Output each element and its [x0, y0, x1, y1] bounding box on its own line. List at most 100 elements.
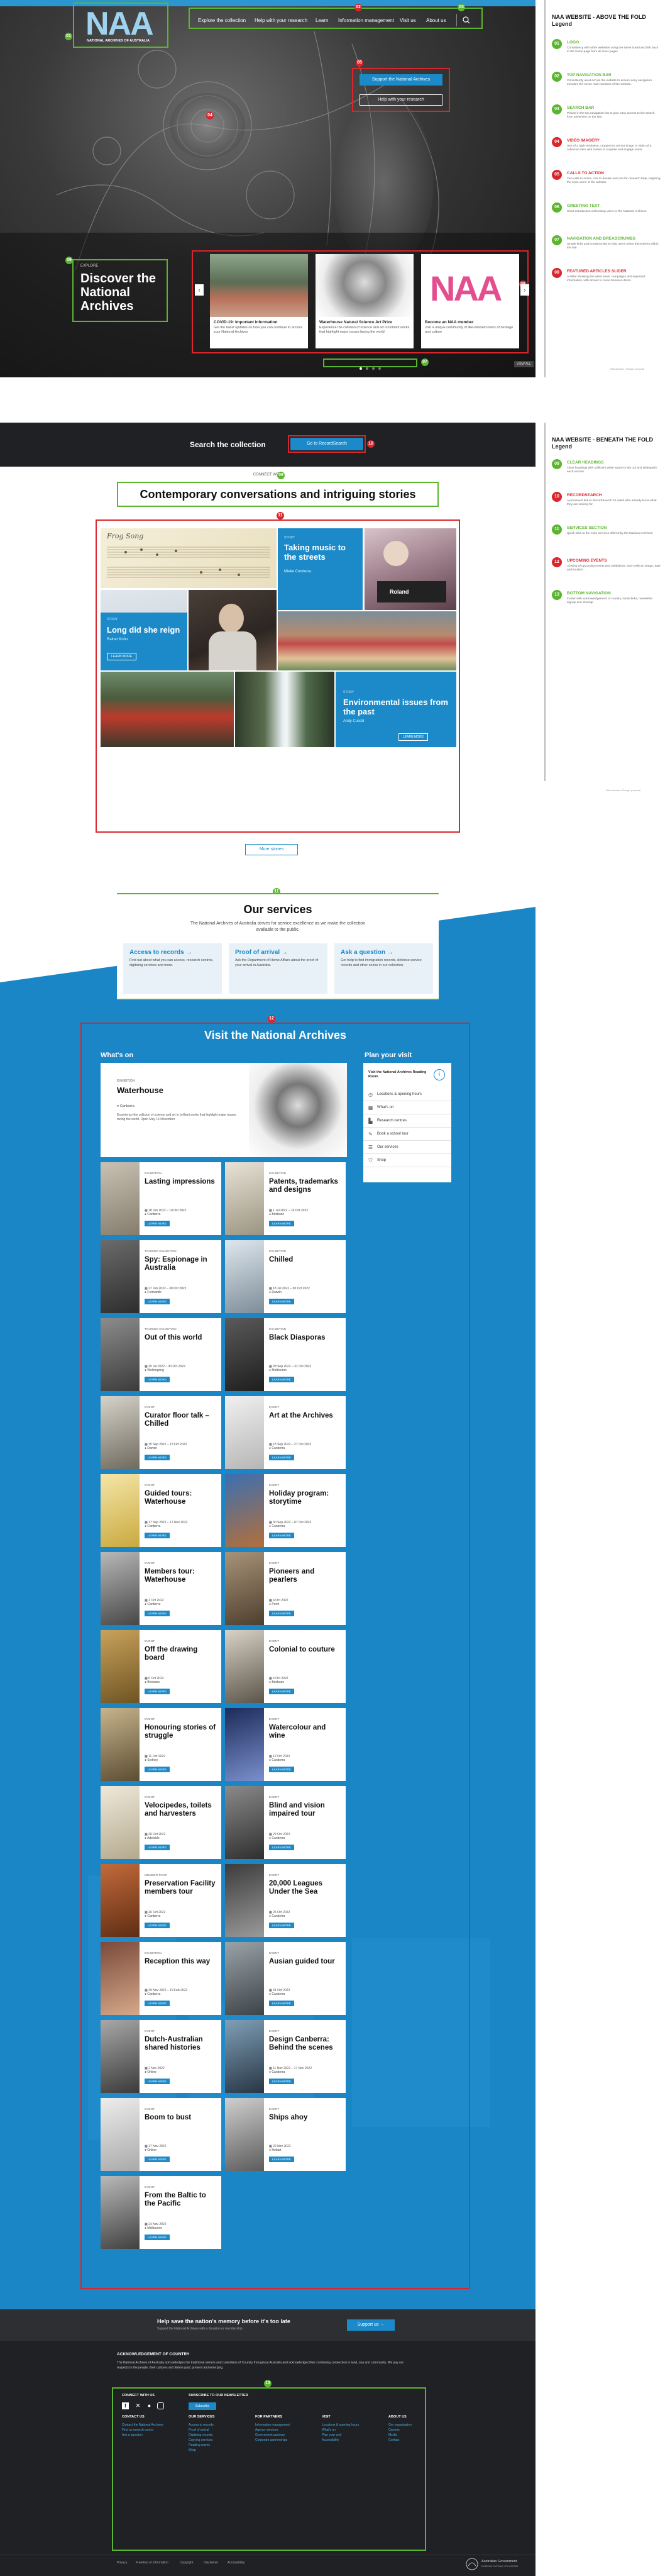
- footer-link-privacy[interactable]: Privacy: [117, 2561, 127, 2565]
- event-learn-more[interactable]: LEARN MORE: [145, 1221, 170, 1226]
- event-learn-more[interactable]: LEARN MORE: [269, 1611, 294, 1616]
- footer-link[interactable]: Shop: [189, 2448, 258, 2453]
- footer-link[interactable]: Careers: [388, 2428, 458, 2433]
- event-learn-more[interactable]: LEARN MORE: [145, 2001, 170, 2006]
- event-card[interactable]: EVENT Pioneers and pearlers ▦ 4 Oct 2022 ● …: [225, 1552, 346, 1625]
- event-learn-more[interactable]: LEARN MORE: [269, 1923, 294, 1928]
- slider-view-all-button[interactable]: VIEW ALL: [514, 361, 534, 367]
- event-card[interactable]: TOURING EXHIBITION Spy: Espionage in Aust…: [101, 1240, 221, 1313]
- plan-link-whats-on[interactable]: ▦ What's on: [363, 1101, 451, 1114]
- story-image-waterfall[interactable]: [235, 672, 334, 747]
- story-image-crowd[interactable]: [278, 611, 456, 670]
- footer-link[interactable]: Proof of arrival: [189, 2428, 258, 2433]
- plan-link-school-tour[interactable]: ✎ Book a school tour: [363, 1128, 451, 1141]
- event-card[interactable]: EVENT Honouring stories of struggle ▦ 11 O…: [101, 1708, 221, 1781]
- event-card[interactable]: EVENT 20,000 Leagues Under the Sea ▦ 26 Oc…: [225, 1864, 346, 1937]
- event-card[interactable]: EVENT From the Baltic to the Pacific ▦ 24 …: [101, 2176, 221, 2249]
- footer-link[interactable]: Media: [388, 2433, 458, 2438]
- footer-link-accessibility[interactable]: Accessibility: [228, 2561, 244, 2565]
- event-card[interactable]: EVENT Blind and vision impaired tour ▦ 22 …: [225, 1786, 346, 1859]
- footer-link[interactable]: Contact the National Archives: [122, 2423, 191, 2428]
- event-card[interactable]: EXHIBITION Reception this way ▦ 29 Nov 202…: [101, 1942, 221, 2015]
- research-help-button[interactable]: Help with your research: [360, 94, 442, 106]
- footer-link[interactable]: Reading rooms: [189, 2443, 258, 2448]
- nav-item-explore[interactable]: Explore the collection: [198, 18, 246, 23]
- footer-link[interactable]: Plan your visit: [322, 2433, 391, 2438]
- event-card[interactable]: EVENT Ausian guided tour ▦ 31 Oct 2022 ● Ca…: [225, 1942, 346, 2015]
- footer-link[interactable]: Find a research centre: [122, 2428, 191, 2433]
- story-image-queen[interactable]: [189, 590, 277, 670]
- event-learn-more[interactable]: LEARN MORE: [145, 1455, 170, 1460]
- event-card[interactable]: EVENT Members tour: Waterhouse ▦ 1 Oct 202…: [101, 1552, 221, 1625]
- event-learn-more[interactable]: LEARN MORE: [145, 1923, 170, 1928]
- slider-prev-button[interactable]: ‹: [195, 284, 204, 296]
- footer-link[interactable]: Contact: [388, 2438, 458, 2443]
- event-card[interactable]: EVENT Boom to bust ▦ 17 Nov 2022 ● Online LE…: [101, 2098, 221, 2171]
- event-card[interactable]: EVENT Curator floor talk – Chilled ▦ 15 Se…: [101, 1396, 221, 1469]
- event-card[interactable]: EXHIBITION Lasting impressions ▦ 18 Jun 20…: [101, 1162, 221, 1235]
- naa-logo[interactable]: NAA NATIONAL ARCHIVES OF AUSTRALIA: [75, 4, 165, 48]
- event-learn-more[interactable]: LEARN MORE: [145, 1533, 170, 1538]
- nav-item-about[interactable]: About us: [426, 18, 446, 23]
- story-tile-environmental[interactable]: STORY Environmental issues from the past…: [336, 672, 456, 747]
- subscribe-button[interactable]: Subscribe: [189, 2402, 216, 2410]
- event-card[interactable]: EVENT Colonial to couture ▦ 6 Oct 2022 ● Br…: [225, 1630, 346, 1703]
- support-us-button[interactable]: Support us →: [347, 2319, 395, 2331]
- event-learn-more[interactable]: LEARN MORE: [145, 2235, 170, 2240]
- nav-item-visit[interactable]: Visit us: [400, 18, 416, 23]
- event-card[interactable]: EVENT Design Canberra: Behind the scenes ▦…: [225, 2020, 346, 2093]
- footer-link[interactable]: Access to records: [189, 2423, 258, 2428]
- event-learn-more[interactable]: LEARN MORE: [269, 2079, 294, 2084]
- event-learn-more[interactable]: LEARN MORE: [145, 1611, 170, 1616]
- more-stories-button[interactable]: More stories: [245, 844, 298, 855]
- recordsearch-button[interactable]: Go to RecordSearch: [290, 438, 363, 450]
- event-card[interactable]: TOURING EXHIBITION Out of this world ▦ 25 …: [101, 1318, 221, 1391]
- event-card[interactable]: MEMBER TOUR Preservation Facility members…: [101, 1864, 221, 1937]
- event-learn-more[interactable]: LEARN MORE: [269, 1845, 294, 1850]
- service-card-access[interactable]: Access to records → Find out about what …: [123, 943, 222, 994]
- event-learn-more[interactable]: LEARN MORE: [269, 1689, 294, 1694]
- story-tile-long-reign[interactable]: STORY Long did she reign Rainer Kohu LEA…: [101, 613, 187, 670]
- facebook-icon[interactable]: f: [122, 2402, 129, 2409]
- footer-link[interactable]: Accessibility: [322, 2438, 391, 2443]
- footer-link[interactable]: Agency services: [255, 2428, 324, 2433]
- hero-card-covid[interactable]: COVID-19: important information Get the …: [210, 254, 308, 348]
- plan-link-services[interactable]: ☰ Our services: [363, 1141, 451, 1154]
- plan-link-research-centres[interactable]: ▙ Research centres: [363, 1114, 451, 1128]
- footer-link[interactable]: Digitising records: [189, 2433, 258, 2438]
- event-learn-more[interactable]: LEARN MORE: [145, 2157, 170, 2162]
- event-card[interactable]: EVENT Art at the Archives ▦ 15 Sep 2022 – …: [225, 1396, 346, 1469]
- nav-item-learn[interactable]: Learn: [316, 18, 328, 23]
- footer-link[interactable]: Our organisation: [388, 2423, 458, 2428]
- twitter-icon[interactable]: ✕: [135, 2402, 141, 2409]
- event-card[interactable]: EXHIBITION Patents, trademarks and design…: [225, 1162, 346, 1235]
- event-learn-more[interactable]: LEARN MORE: [269, 1533, 294, 1538]
- footer-link[interactable]: Government partners: [255, 2433, 324, 2438]
- slider-next-button[interactable]: ›: [520, 284, 529, 296]
- story-tile-music-streets[interactable]: STORY Taking music to the streets Mieke …: [278, 528, 363, 610]
- event-learn-more[interactable]: LEARN MORE: [145, 1767, 170, 1772]
- event-learn-more[interactable]: LEARN MORE: [145, 1377, 170, 1382]
- event-card[interactable]: EVENT Watercolour and wine ▦ 12 Oct 2022 ● …: [225, 1708, 346, 1781]
- story-image-pianist[interactable]: Roland: [365, 528, 456, 610]
- support-button[interactable]: Support the National Archives: [360, 74, 442, 86]
- event-card[interactable]: EXHIBITION Black Diasporas ▦ 28 Sep 2022 –…: [225, 1318, 346, 1391]
- event-learn-more[interactable]: LEARN MORE: [145, 1689, 170, 1694]
- event-learn-more[interactable]: LEARN MORE: [269, 2157, 294, 2162]
- service-card-proof[interactable]: Proof of arrival → Ask the Department of…: [229, 943, 327, 994]
- hero-card-waterhouse[interactable]: Waterhouse Natural Science Art Prize Exp…: [316, 254, 414, 348]
- search-button[interactable]: [456, 14, 475, 26]
- footer-link-foi[interactable]: Freedom of information: [136, 2561, 168, 2565]
- event-learn-more[interactable]: LEARN MORE: [269, 1377, 294, 1382]
- flickr-icon[interactable]: ●: [146, 2402, 153, 2409]
- event-card[interactable]: EVENT Dutch-Australian shared histories ▦ …: [101, 2020, 221, 2093]
- nav-item-research[interactable]: Help with your research: [255, 18, 307, 23]
- event-card[interactable]: EVENT Holiday program: storytime ▦ 30 Sep …: [225, 1474, 346, 1547]
- event-card[interactable]: EXHIBITION Chilled ▦ 18 Jul 2022 – 30 Oct …: [225, 1240, 346, 1313]
- event-learn-more[interactable]: LEARN MORE: [269, 1221, 294, 1226]
- nav-item-information-management[interactable]: Information management: [338, 18, 394, 23]
- event-card[interactable]: EVENT Guided tours: Waterhouse ▦ 17 Sep 20…: [101, 1474, 221, 1547]
- featured-event-waterhouse[interactable]: EXHIBITION Waterhouse ● Canberra Experie…: [101, 1063, 347, 1157]
- footer-link-copyright[interactable]: Copyright: [180, 2561, 193, 2565]
- event-learn-more[interactable]: LEARN MORE: [269, 2001, 294, 2006]
